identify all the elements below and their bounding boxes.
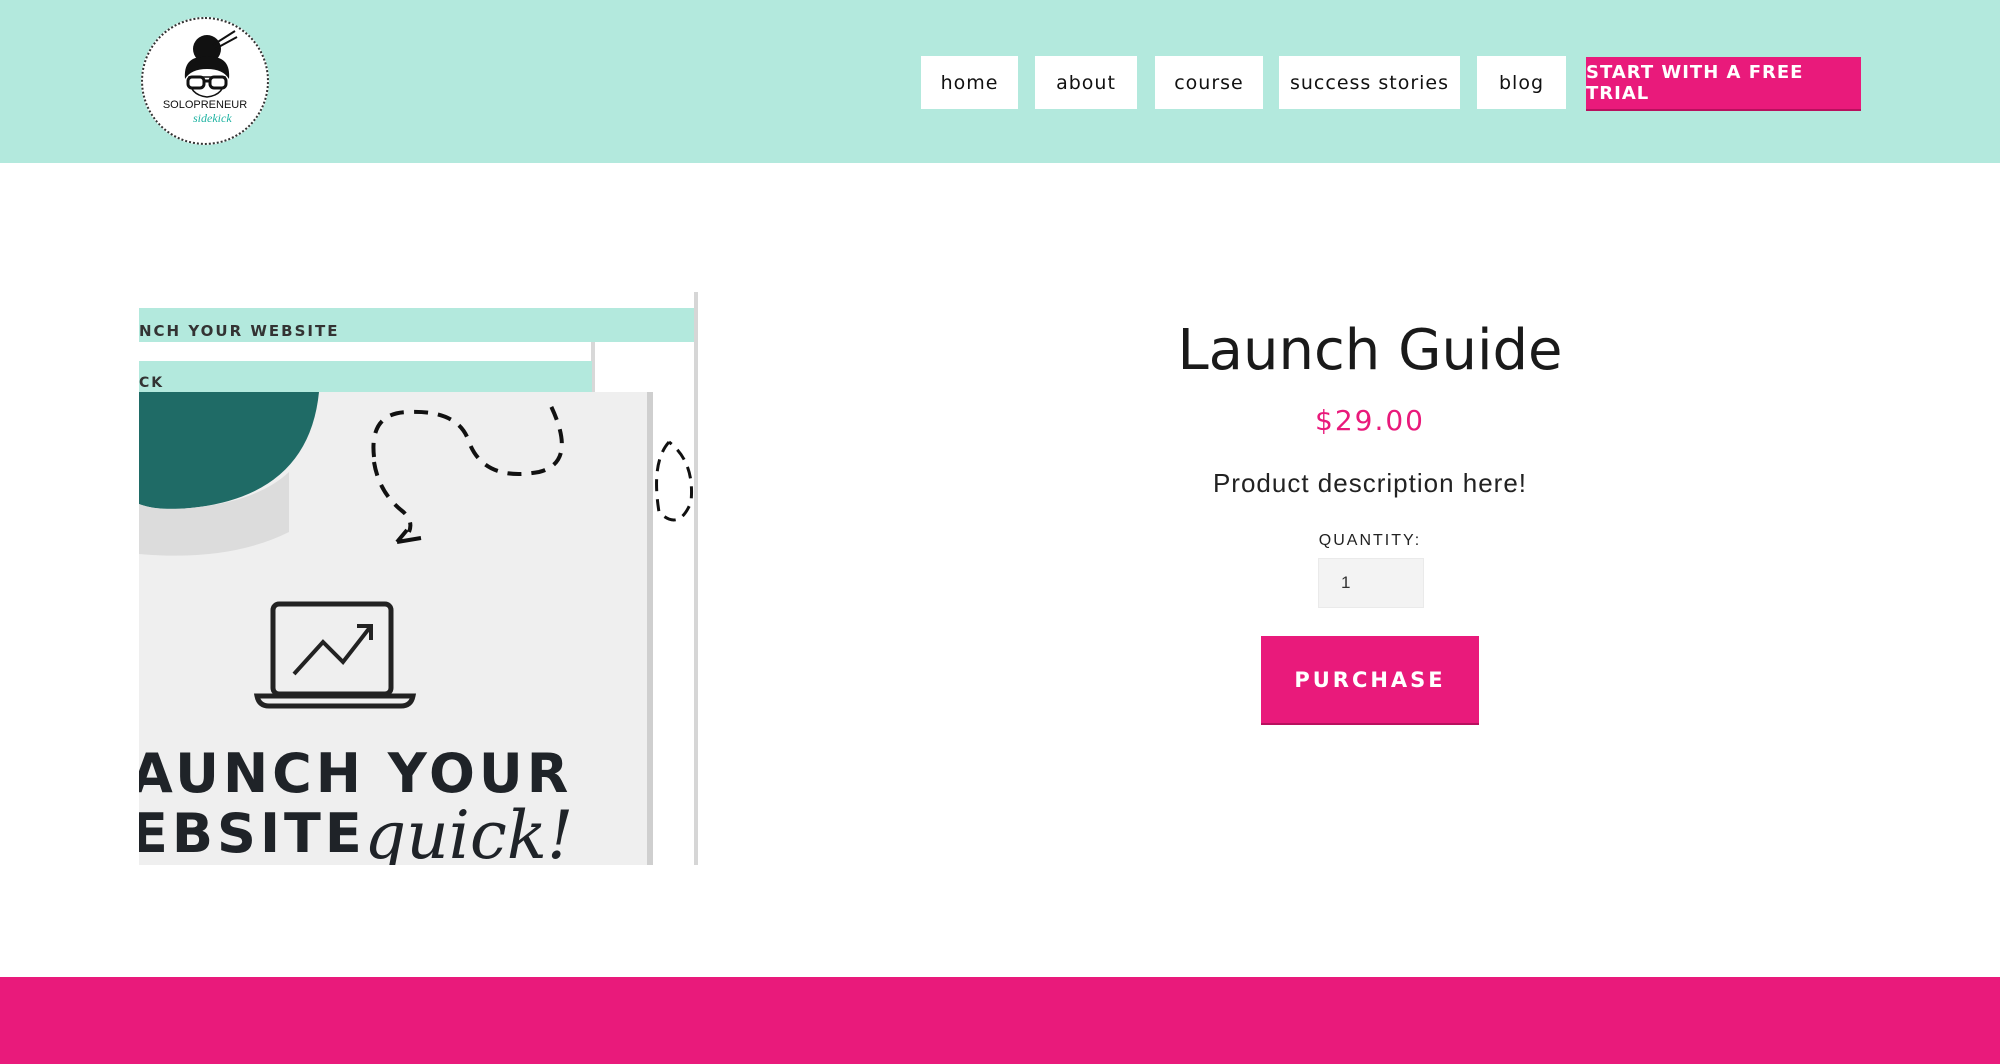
headline-line-2: EBSITE [139,802,366,865]
product-image[interactable]: NCH YOUR WEBSITE CK AUNCH YOUR EBSITE qu… [139,292,701,865]
logo-tagline: sidekick [193,111,232,125]
product-description: Product description here! [1212,468,1528,498]
nav-home[interactable]: home [921,56,1018,109]
logo-text: SOLOPRENEUR [162,99,248,111]
banner-text-1: NCH YOUR WEBSITE [139,322,339,340]
headline-line-1: AUNCH YOUR [139,742,572,805]
nav-success-stories[interactable]: success stories [1279,56,1460,109]
woman-with-glasses-icon [184,30,238,98]
footer-band [0,977,2000,1064]
headline-script: quick! [364,797,573,865]
purchase-button[interactable]: PURCHASE [1261,636,1479,725]
quantity-label: QUANTITY: [1318,532,1422,549]
nav-course[interactable]: course [1155,56,1263,109]
nav-blog[interactable]: blog [1477,56,1566,109]
quantity-input[interactable] [1318,558,1424,608]
free-trial-button[interactable]: START WITH A FREE TRIAL [1586,57,1861,111]
logo[interactable]: SOLOPRENEUR sidekick [141,17,269,145]
site-header: SOLOPRENEUR sidekick home about course s… [0,0,2000,163]
product-price: $29.00 [1315,404,1425,437]
nav-about[interactable]: about [1035,56,1137,109]
banner-text-2: CK [139,375,164,391]
product-title: Launch Guide [1177,318,1563,383]
